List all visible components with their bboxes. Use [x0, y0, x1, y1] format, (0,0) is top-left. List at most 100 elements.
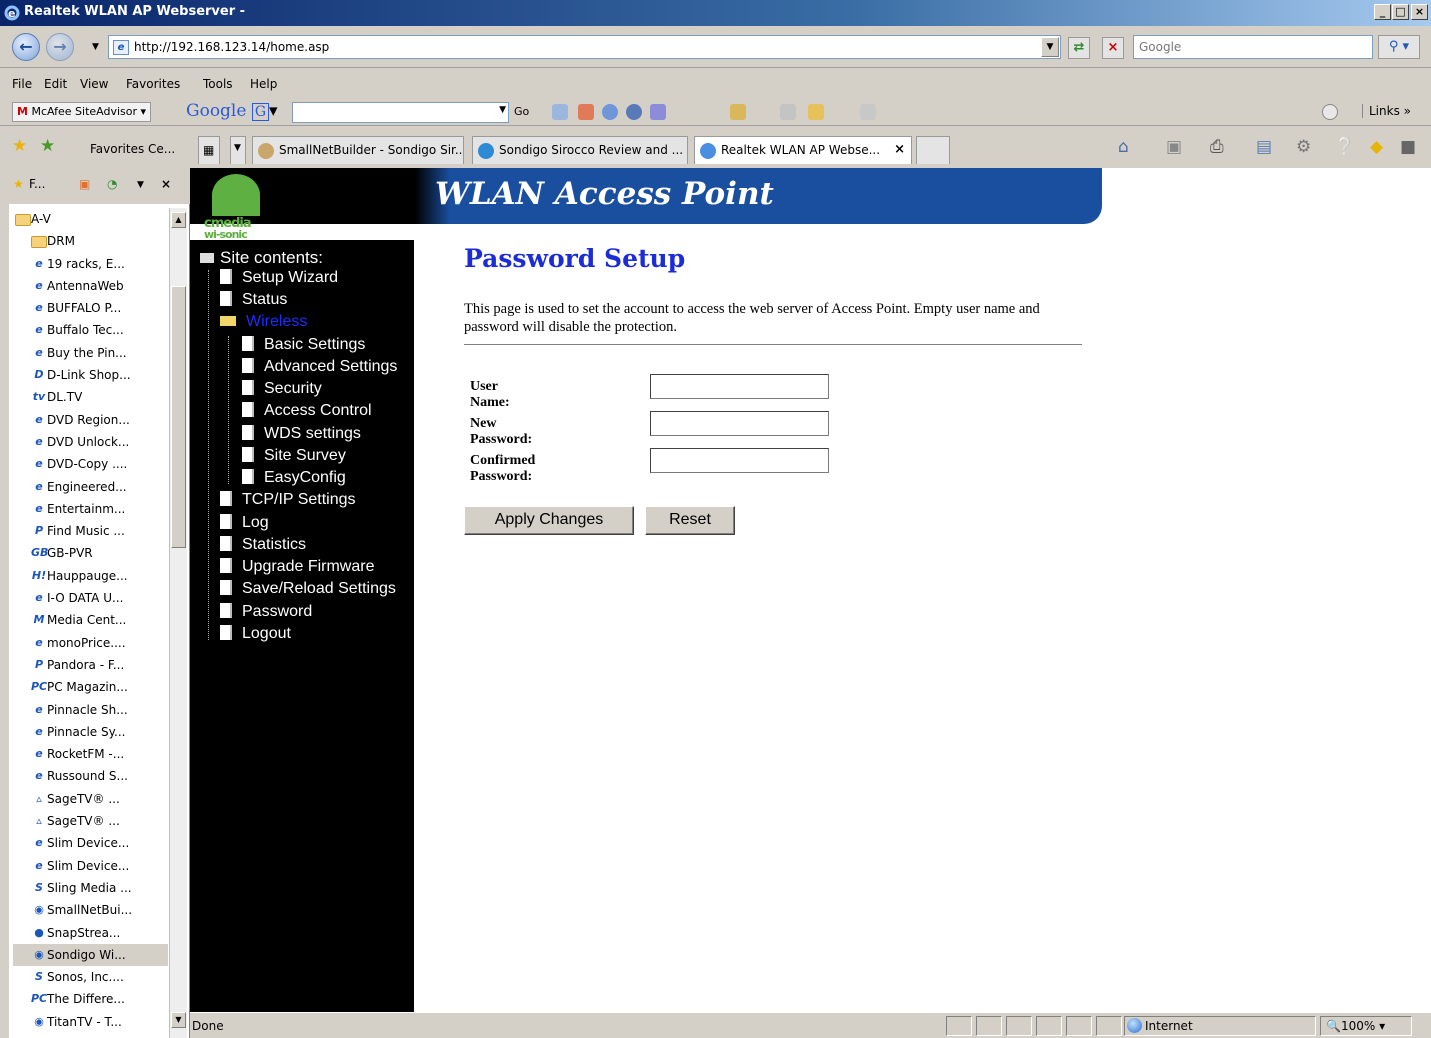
favorite-item[interactable]: H! Hauppauge...	[13, 565, 168, 587]
favorite-item[interactable]: ◉ Sondigo Wi...	[13, 943, 168, 967]
nav-advanced-settings[interactable]: Advanced Settings	[242, 358, 397, 376]
favorite-item[interactable]: e Buffalo Tec...	[13, 319, 168, 341]
address-bar[interactable]: e http://192.168.123.14/home.asp ▼	[108, 35, 1061, 59]
research-icon[interactable]: ◆	[1370, 137, 1383, 157]
mcafee-siteadvisor-button[interactable]: M McAfee SiteAdvisor ▾	[12, 102, 152, 122]
user-name-input[interactable]	[650, 374, 829, 399]
favorite-item[interactable]: ● SnapStrea...	[13, 922, 168, 944]
back-button[interactable]: ←	[12, 33, 40, 61]
print-icon[interactable]: ⎙	[1210, 137, 1224, 157]
favorite-item[interactable]: ▵ SageTV® ...	[13, 788, 168, 810]
menu-view[interactable]: View	[80, 77, 108, 91]
tools-gear-icon[interactable]: ⚙	[1296, 137, 1311, 157]
favorite-item[interactable]: e I-O DATA U...	[13, 587, 168, 609]
address-url[interactable]: http://192.168.123.14/home.asp	[134, 40, 329, 54]
nav-logout[interactable]: Logout	[220, 625, 291, 643]
bookmark-icon[interactable]	[780, 104, 796, 120]
feeds-icon[interactable]: ▣	[79, 177, 90, 191]
nav-tcpip-settings[interactable]: TCP/IP Settings	[220, 491, 356, 509]
refresh-button[interactable]: ⇄	[1068, 37, 1090, 59]
favorites-pane-title[interactable]: F...	[29, 177, 45, 191]
zoom-level[interactable]: 🔍100% ▾	[1326, 1019, 1385, 1033]
menu-favorites[interactable]: Favorites	[126, 77, 180, 91]
history-icon[interactable]: ◔	[107, 177, 117, 191]
favorite-item[interactable]: PC The Differe...	[13, 988, 168, 1010]
new-password-input[interactable]	[650, 411, 829, 436]
favorite-item[interactable]: e DVD Unlock...	[13, 431, 168, 453]
history-dropdown-icon[interactable]: ▼	[137, 180, 144, 190]
favorite-item[interactable]: e Pinnacle Sy...	[13, 721, 168, 743]
nav-security[interactable]: Security	[242, 380, 322, 398]
home-icon[interactable]: ⌂	[1118, 137, 1129, 157]
new-tab-button[interactable]	[916, 136, 950, 164]
nav-easyconfig[interactable]: EasyConfig	[242, 469, 346, 487]
feeds-icon[interactable]: ▣	[1166, 137, 1182, 157]
google-toolbar-input[interactable]: ▼	[292, 102, 509, 123]
favorite-item[interactable]: e Buy the Pin...	[13, 342, 168, 364]
links-button[interactable]: Links »	[1362, 104, 1411, 118]
add-favorite-icon[interactable]: ★	[40, 136, 55, 156]
tab-list-dropdown-icon[interactable]: ▼	[230, 136, 246, 164]
favorite-item[interactable]: PC PC Magazin...	[13, 676, 168, 698]
google-go-button[interactable]: Go	[514, 105, 529, 118]
scroll-down-icon[interactable]: ▼	[171, 1012, 186, 1028]
menu-help[interactable]: Help	[250, 77, 277, 91]
favorite-item[interactable]: e monoPrice....	[13, 632, 168, 654]
help-icon[interactable]: ❔	[1334, 137, 1355, 157]
address-dropdown-icon[interactable]: ▼	[1041, 37, 1059, 57]
close-tab-icon[interactable]: ×	[894, 142, 905, 157]
favorite-item[interactable]: e AntennaWeb	[13, 275, 168, 297]
messenger-icon[interactable]: ■	[1400, 137, 1416, 157]
favorite-item[interactable]: ▵ SageTV® ...	[13, 810, 168, 832]
search-input[interactable]: Google	[1133, 35, 1373, 59]
google-g-icon[interactable]: G	[251, 103, 270, 121]
favorite-item[interactable]: D D-Link Shop...	[13, 364, 168, 386]
forward-button[interactable]: →	[46, 33, 74, 61]
pagerank-icon[interactable]	[578, 104, 594, 120]
close-window-button[interactable]: ×	[1411, 4, 1428, 20]
tab-sondigo-review[interactable]: Sondigo Sirocco Review and ...	[472, 136, 688, 164]
autofill-icon[interactable]	[650, 104, 666, 120]
close-pane-icon[interactable]: ×	[161, 177, 171, 191]
nav-wds-settings[interactable]: WDS settings	[242, 425, 361, 443]
search-button[interactable]: ⚲ ▾	[1378, 35, 1420, 59]
favorites-folder-av[interactable]: A-V	[13, 208, 168, 230]
nav-statistics[interactable]: Statistics	[220, 536, 306, 554]
maximize-button[interactable]: □	[1392, 4, 1409, 20]
favorites-star-icon[interactable]: ★	[12, 136, 27, 156]
nav-password[interactable]: Password	[220, 603, 312, 621]
favorite-item[interactable]: e Slim Device...	[13, 832, 168, 854]
favorite-item[interactable]: tv DL.TV	[13, 386, 168, 408]
scroll-up-icon[interactable]: ▲	[171, 212, 186, 228]
nav-status[interactable]: Status	[220, 291, 287, 309]
apply-changes-button[interactable]: Apply Changes	[464, 506, 634, 535]
stop-button[interactable]: ×	[1102, 37, 1124, 59]
favorite-item[interactable]: e DVD-Copy ....	[13, 453, 168, 475]
google-toolbar-logo[interactable]: Google G ▾	[186, 101, 278, 121]
favorite-item[interactable]: S Sling Media ...	[13, 877, 168, 899]
nav-setup-wizard[interactable]: Setup Wizard	[220, 269, 338, 287]
favorite-item[interactable]: GB GB-PVR	[13, 542, 168, 564]
minimize-button[interactable]: _	[1374, 4, 1391, 20]
favorite-item[interactable]: P Find Music ...	[13, 520, 168, 542]
scroll-thumb[interactable]	[171, 286, 186, 548]
popup-blocker-icon[interactable]	[626, 104, 642, 120]
nav-upgrade-firmware[interactable]: Upgrade Firmware	[220, 558, 374, 576]
nav-access-control[interactable]: Access Control	[242, 402, 372, 420]
page-menu-icon[interactable]: ▤	[1256, 137, 1272, 157]
favorite-item[interactable]: e Engineered...	[13, 476, 168, 498]
folder-tool-icon[interactable]	[808, 104, 824, 120]
favorite-item[interactable]: P Pandora - F...	[13, 654, 168, 676]
favorite-item[interactable]: e Pinnacle Sh...	[13, 699, 168, 721]
favorite-item[interactable]: e Russound S...	[13, 765, 168, 787]
status-circle-icon[interactable]	[1322, 104, 1338, 120]
search-web-icon[interactable]	[552, 104, 568, 120]
favorite-item[interactable]: e DVD Region...	[13, 409, 168, 431]
favorite-item[interactable]: DRM	[13, 230, 168, 252]
favorite-item[interactable]: S Sonos, Inc....	[13, 966, 168, 988]
menu-edit[interactable]: Edit	[44, 77, 67, 91]
favorite-item[interactable]: M Media Cent...	[13, 609, 168, 631]
nav-save-reload-settings[interactable]: Save/Reload Settings	[220, 580, 396, 598]
menu-tools[interactable]: Tools	[203, 77, 233, 91]
compass-icon[interactable]	[602, 104, 618, 120]
